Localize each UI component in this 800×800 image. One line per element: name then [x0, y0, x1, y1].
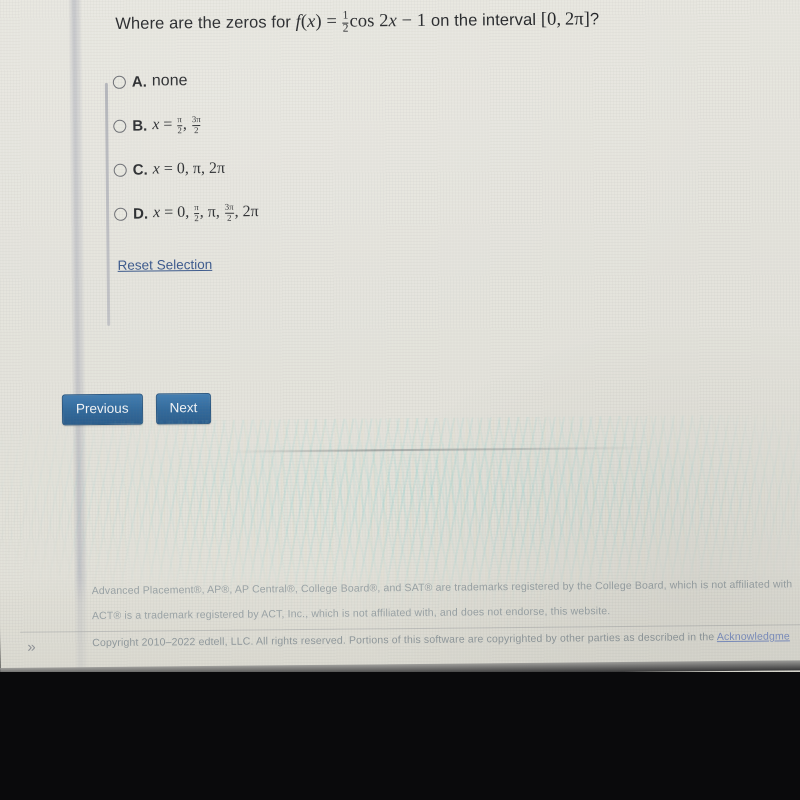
- answer-options-list: A. none B. x = π2, 3π 2 C. x = 0, π, 2π …: [112, 69, 259, 246]
- radio-button-c[interactable]: [113, 163, 127, 177]
- next-button[interactable]: Next: [155, 392, 212, 424]
- radio-button-b[interactable]: [113, 119, 127, 133]
- page-footer: Advanced Placement®, AP®, AP Central®, C…: [0, 578, 800, 649]
- option-b[interactable]: B. x = π2, 3π 2: [113, 113, 258, 136]
- monitor-bezel-dark-area: [0, 672, 800, 800]
- option-a[interactable]: A. none: [112, 69, 258, 92]
- navigation-buttons: Previous Next: [61, 392, 212, 425]
- question-suffix: ?: [589, 10, 600, 29]
- footer-trademark-line-2: ACT® is a trademark registered by ACT, I…: [91, 605, 611, 623]
- option-d-text: x = 0, π2, π, 3π 2, 2π: [153, 202, 259, 223]
- acknowledgments-link[interactable]: Acknowledgme: [717, 630, 790, 643]
- option-d[interactable]: D. x = 0, π2, π, 3π 2, 2π: [114, 201, 259, 224]
- content-container: Where are the zeros for f(x) = 1 2 cos 2x …: [0, 0, 800, 684]
- chevron-double-right-icon[interactable]: »: [27, 639, 36, 656]
- screen-scanline-artifact: [228, 446, 649, 453]
- screen-moire-pattern-inner: [118, 439, 740, 556]
- footer-copyright-line: Copyright 2010–2022 edtell, LLC. All rig…: [92, 630, 790, 649]
- radio-button-a[interactable]: [112, 75, 126, 89]
- screen-content-area: Where are the zeros for f(x) = 1 2 cos 2x …: [0, 0, 800, 684]
- option-b-text: x = π2, 3π 2: [152, 114, 201, 135]
- reset-selection-link[interactable]: Reset Selection: [118, 257, 213, 273]
- question-middle: on the interval: [430, 10, 537, 30]
- footer-copyright-text: Copyright 2010–2022 edtell, LLC. All rig…: [92, 631, 717, 650]
- footer-trademark-line-1: Advanced Placement®, AP®, AP Central®, C…: [91, 578, 793, 598]
- screen-moire-pattern: [0, 413, 800, 638]
- option-c-letter: C.: [132, 161, 148, 179]
- question-formula: f(x) = 1 2 cos 2x − 1: [295, 9, 432, 36]
- question-interval: [0, 2π]: [540, 9, 591, 30]
- radio-button-d[interactable]: [114, 207, 128, 221]
- option-b-letter: B.: [132, 117, 148, 135]
- question-text: Where are the zeros for f(x) = 1 2 cos 2x …: [115, 8, 599, 37]
- option-d-letter: D.: [133, 205, 149, 223]
- photographed-screen: Where are the zeros for f(x) = 1 2 cos 2x …: [0, 0, 800, 800]
- option-a-text: none: [151, 72, 188, 90]
- option-a-letter: A.: [131, 73, 147, 91]
- option-c-text: x = 0, π, 2π: [152, 159, 226, 178]
- option-c[interactable]: C. x = 0, π, 2π: [113, 157, 259, 180]
- previous-button[interactable]: Previous: [61, 393, 143, 425]
- question-prefix: Where are the zeros for: [115, 13, 292, 33]
